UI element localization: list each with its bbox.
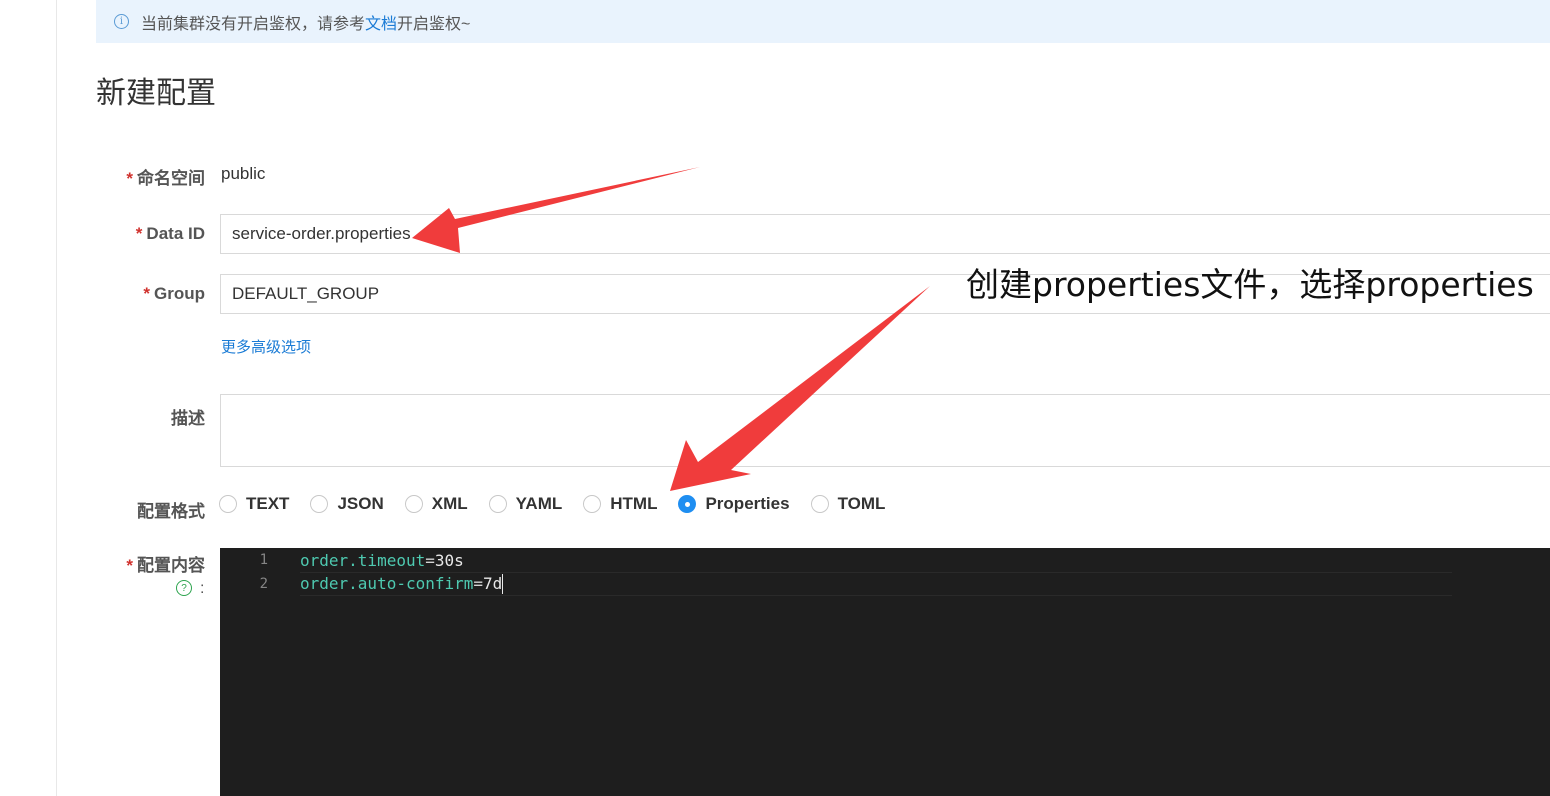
radio-circle (488, 495, 507, 513)
notice-doc-link[interactable]: 文档 (365, 10, 397, 34)
description-textarea[interactable] (220, 394, 1550, 467)
radio-circle (404, 495, 423, 513)
left-rail (0, 0, 57, 796)
annotation-text: 创建properties文件，选择properties (966, 265, 1534, 304)
radio-circle (810, 495, 829, 513)
group-label: * Group (143, 284, 205, 303)
content-label-colon: : (200, 580, 205, 597)
help-icon[interactable]: ? (176, 580, 192, 596)
format-radio-group: TEXT JSON XML YAML HTML Properties TOML (219, 494, 906, 514)
text-caret (502, 574, 504, 595)
namespace-value: public (221, 164, 266, 183)
format-radio-yaml[interactable]: YAML (488, 494, 562, 514)
line-number: 2 (259, 576, 268, 592)
code-text: order.timeout=30s (300, 550, 464, 570)
page-title: 新建配置 (96, 77, 216, 110)
radio-circle (583, 495, 602, 513)
info-icon: i (114, 14, 129, 29)
format-label: 配置格式 (137, 502, 205, 521)
code-line: 2 order.auto-confirm=7d (220, 572, 504, 596)
format-radio-json[interactable]: JSON (310, 494, 384, 514)
code-text: order.auto-confirm=7d (300, 573, 504, 595)
notice-text-after: 开启鉴权~ (397, 15, 471, 33)
namespace-label: * 命名空间 (126, 169, 205, 188)
format-radio-text[interactable]: TEXT (219, 494, 289, 514)
notice-text-before: 当前集群没有开启鉴权，请参考 (141, 15, 366, 33)
format-radio-xml[interactable]: XML (404, 494, 468, 514)
radio-circle-selected (678, 495, 697, 513)
advanced-options-link[interactable]: 更多高级选项 (221, 336, 311, 357)
content-label: * 配置内容 (126, 556, 205, 575)
code-editor[interactable]: 1 order.timeout=30s 2 order.auto-confirm… (220, 548, 1550, 796)
radio-circle (310, 495, 329, 513)
auth-notice: i 当前集群没有开启鉴权，请参考 文档 开启鉴权~ (96, 0, 1550, 43)
data-id-input[interactable]: service-order.properties (220, 214, 1550, 254)
format-radio-properties[interactable]: Properties (678, 494, 790, 514)
description-label: 描述 (171, 409, 205, 428)
format-radio-toml[interactable]: TOML (810, 494, 885, 514)
data-id-label: * Data ID (135, 224, 205, 243)
format-radio-html[interactable]: HTML (583, 494, 657, 514)
line-number: 1 (259, 552, 268, 568)
radio-circle (219, 495, 237, 513)
code-line: 1 order.timeout=30s (220, 548, 464, 572)
